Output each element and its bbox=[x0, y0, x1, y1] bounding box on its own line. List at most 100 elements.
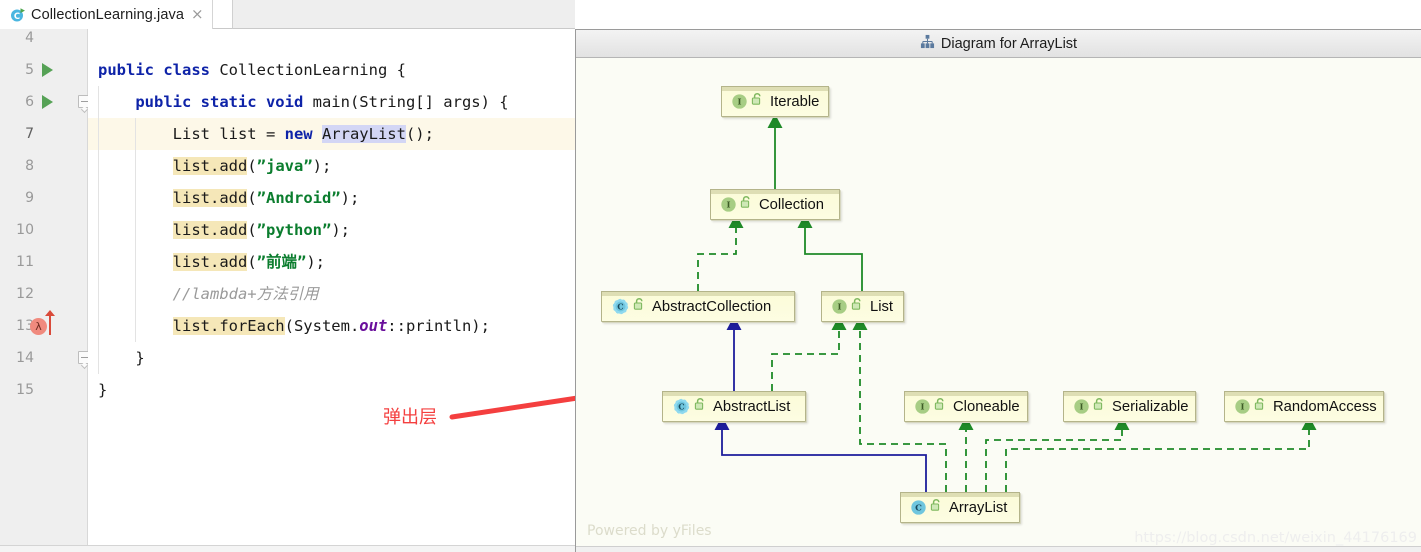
code-line-7[interactable]: List list = new ArrayList(); bbox=[88, 118, 575, 150]
editor-tab-label: CollectionLearning.java bbox=[31, 6, 185, 23]
code-token: ”java” bbox=[256, 157, 313, 175]
line-number: 9 bbox=[25, 190, 34, 206]
node-title-bar bbox=[1224, 391, 1384, 396]
diagram-node-iterable[interactable]: I Iterable bbox=[721, 86, 829, 117]
gutter-line-10[interactable]: 10 bbox=[0, 214, 88, 246]
svg-text:I: I bbox=[727, 201, 731, 211]
diagram-node-randomaccess[interactable]: I RandomAccess bbox=[1224, 391, 1384, 422]
code-token: ); bbox=[306, 253, 325, 271]
gutter-line-6[interactable]: 6 bbox=[0, 86, 91, 118]
diagram-bottom-strip bbox=[576, 546, 1421, 552]
line-number: 11 bbox=[16, 254, 34, 270]
class-icon: C bbox=[910, 498, 943, 517]
line-number: 8 bbox=[25, 158, 34, 174]
lambda-marker-icon[interactable]: λ bbox=[30, 318, 47, 335]
gutter-line-7[interactable]: 7 bbox=[0, 118, 88, 150]
code-line-13[interactable]: list.forEach(System.out::println); bbox=[88, 310, 575, 342]
diagram-node-arraylist[interactable]: C ArrayList bbox=[900, 492, 1020, 523]
svg-text:I: I bbox=[1241, 403, 1245, 413]
yfiles-watermark: Powered by yFiles bbox=[587, 523, 712, 539]
run-arrow-icon[interactable] bbox=[42, 63, 53, 77]
code-line-8[interactable]: list.add(”java”); bbox=[88, 150, 575, 182]
gutter-line-14[interactable]: 14 bbox=[0, 342, 91, 374]
gutter-line-8[interactable]: 8 bbox=[0, 150, 88, 182]
edge-arraylist-to-abstractlist bbox=[721, 429, 927, 492]
code-token: (); bbox=[405, 125, 434, 143]
diagram-node-label: List bbox=[870, 298, 894, 315]
interface-icon: I bbox=[831, 297, 864, 316]
code-line-15[interactable]: } bbox=[88, 374, 575, 406]
code-token: //lambda+方法引用 bbox=[172, 285, 319, 303]
code-token: } bbox=[98, 381, 108, 399]
gutter-line-13[interactable]: 13 λ bbox=[0, 310, 88, 342]
gutter-line-11[interactable]: 11 bbox=[0, 246, 88, 278]
class-icon: C bbox=[611, 297, 646, 316]
code-text-area[interactable]: public class CollectionLearning { public… bbox=[88, 29, 575, 552]
diagram-node-abstractcollection[interactable]: C AbstractCollection bbox=[601, 291, 795, 322]
code-line-4[interactable] bbox=[88, 29, 575, 54]
line-number: 12 bbox=[16, 286, 34, 302]
gutter-line-15[interactable]: 15 bbox=[0, 374, 88, 406]
edge-abstractcollection-to-collection bbox=[697, 227, 737, 291]
code-line-text: list.add(”前端”); bbox=[98, 246, 325, 278]
diagram-node-abstractlist[interactable]: C AbstractList bbox=[662, 391, 806, 422]
diagram-node-serializable[interactable]: I Serializable bbox=[1063, 391, 1196, 422]
code-token: ( bbox=[247, 157, 257, 175]
code-line-14[interactable]: } bbox=[88, 342, 575, 374]
code-line-text: List list = new ArrayList(); bbox=[98, 118, 434, 150]
diagram-node-label: ArrayList bbox=[949, 499, 1008, 516]
node-title-bar bbox=[1063, 391, 1196, 396]
diagram-title: Diagram for ArrayList bbox=[940, 35, 1078, 52]
run-arrow-icon[interactable] bbox=[42, 95, 53, 109]
svg-text:C: C bbox=[915, 504, 922, 514]
gutter-line-5[interactable]: 5 bbox=[0, 54, 88, 86]
code-token: public bbox=[98, 61, 164, 79]
public-lock-icon bbox=[930, 498, 943, 517]
diagram-canvas[interactable]: Powered by yFiles I Iterable I Collection C A… bbox=[576, 58, 1421, 551]
code-token: public static void bbox=[135, 93, 313, 111]
public-lock-icon bbox=[1093, 397, 1106, 416]
implementing-method-arrow-icon[interactable] bbox=[45, 310, 55, 335]
screen-root: C CollectionLearning.java × 4 5 6 7 8 9 10 11 12… bbox=[0, 0, 1421, 552]
svg-text:C: C bbox=[617, 302, 623, 312]
edge-list-to-collection bbox=[804, 227, 863, 291]
diagram-node-list[interactable]: I List bbox=[821, 291, 904, 322]
code-line-5[interactable]: public class CollectionLearning { bbox=[88, 54, 575, 86]
public-lock-icon bbox=[633, 297, 646, 316]
diagram-node-collection[interactable]: I Collection bbox=[710, 189, 840, 220]
node-title-bar bbox=[821, 291, 904, 296]
line-number: 7 bbox=[25, 126, 34, 142]
code-line-9[interactable]: list.add(”Android”); bbox=[88, 182, 575, 214]
svg-text:I: I bbox=[738, 98, 742, 108]
close-icon[interactable]: × bbox=[191, 7, 204, 22]
code-line-11[interactable]: list.add(”前端”); bbox=[88, 246, 575, 278]
diagram-node-label: AbstractCollection bbox=[652, 298, 772, 315]
edge-abstractlist-to-list bbox=[771, 329, 840, 391]
uml-diagram-popup[interactable]: Diagram for ArrayList Powered by yFiles … bbox=[575, 29, 1421, 552]
editor-bottom-strip bbox=[0, 545, 575, 552]
code-token: list.add bbox=[172, 189, 248, 207]
editor-gutter[interactable]: 4 5 6 7 8 9 10 11 12 13 λ 14 15 bbox=[0, 29, 91, 552]
code-line-10[interactable]: list.add(”python”); bbox=[88, 214, 575, 246]
code-token: main(String[] args) { bbox=[312, 93, 509, 111]
edge-arraylist-to-serializable bbox=[985, 429, 1123, 492]
code-line-6[interactable]: public static void main(String[] args) { bbox=[88, 86, 575, 118]
code-editor[interactable]: 4 5 6 7 8 9 10 11 12 13 λ 14 15 public class Collect… bbox=[0, 29, 575, 552]
gutter-line-9[interactable]: 9 bbox=[0, 182, 88, 214]
code-token: CollectionLearning { bbox=[219, 61, 406, 79]
java-class-icon: C bbox=[10, 7, 26, 23]
diagram-node-cloneable[interactable]: I Cloneable bbox=[904, 391, 1028, 422]
tab-bar-filler bbox=[232, 0, 575, 29]
gutter-line-4[interactable]: 4 bbox=[0, 29, 88, 54]
gutter-line-12[interactable]: 12 bbox=[0, 278, 88, 310]
editor-tab-collectionlearning[interactable]: C CollectionLearning.java × bbox=[0, 0, 213, 29]
code-line-12[interactable]: //lambda+方法引用 bbox=[88, 278, 575, 310]
node-title-bar bbox=[662, 391, 806, 396]
code-token: class bbox=[163, 61, 220, 79]
code-token: ”前端” bbox=[256, 253, 307, 271]
svg-text:I: I bbox=[921, 403, 925, 413]
svg-text:I: I bbox=[1080, 403, 1084, 413]
code-token: list.add bbox=[172, 157, 248, 175]
